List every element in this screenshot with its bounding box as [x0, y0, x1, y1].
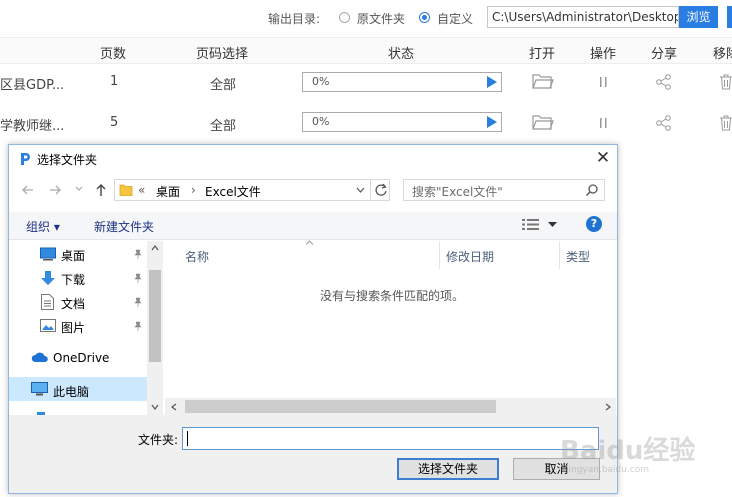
- help-icon[interactable]: ?: [586, 216, 602, 232]
- play-icon[interactable]: [487, 76, 497, 88]
- column-page-range: 页码选择: [196, 47, 249, 62]
- play-icon[interactable]: [487, 116, 497, 128]
- row-page-count: 1: [110, 74, 119, 89]
- row-page-count: 5: [110, 115, 119, 130]
- column-pages: 页数: [100, 47, 127, 62]
- breadcrumb-item-desktop[interactable]: 桌面: [156, 183, 180, 200]
- picture-icon: [40, 319, 56, 332]
- share-icon[interactable]: [655, 114, 673, 132]
- row-file-name: 区县GDP...: [0, 78, 65, 93]
- progress-bar: 0%: [302, 112, 502, 132]
- progress-text: 0%: [312, 115, 330, 128]
- pause-icon[interactable]: [599, 116, 609, 130]
- nav-item-desktop[interactable]: 桌面: [61, 247, 85, 264]
- pin-icon[interactable]: [133, 321, 143, 331]
- trash-icon[interactable]: [719, 114, 732, 132]
- browse-button[interactable]: 浏览: [679, 6, 718, 28]
- up-arrow-icon[interactable]: [94, 183, 108, 197]
- pin-icon[interactable]: [133, 249, 143, 259]
- open-folder-icon[interactable]: [532, 113, 554, 131]
- nav-item-this-pc[interactable]: 此电脑: [53, 383, 89, 400]
- row-page-range[interactable]: 全部: [210, 115, 236, 134]
- new-folder-button[interactable]: 新建文件夹: [94, 218, 154, 235]
- partial-button[interactable]: [727, 6, 732, 28]
- column-status: 状态: [388, 47, 415, 62]
- radio-custom-folder[interactable]: [419, 12, 430, 23]
- sort-arrow-icon: [305, 240, 314, 245]
- nav-item-onedrive[interactable]: OneDrive: [53, 351, 109, 365]
- pin-icon[interactable]: [133, 297, 143, 307]
- horizontal-scroll-thumb[interactable]: [185, 400, 496, 413]
- app-logo-icon: [19, 152, 32, 166]
- search-placeholder: 搜索"Excel文件": [412, 185, 503, 199]
- address-dropdown-icon[interactable]: [356, 187, 365, 194]
- output-path-field[interactable]: C:\Users\Administrator\Desktop: [487, 6, 679, 28]
- column-header-date[interactable]: 修改日期: [446, 248, 494, 277]
- empty-message: 没有与搜索条件匹配的项。: [320, 289, 465, 303]
- document-icon: [41, 294, 54, 310]
- row-file-name: 学教师继...: [0, 119, 65, 134]
- view-dropdown-icon[interactable]: [548, 222, 557, 228]
- download-icon: [40, 270, 56, 286]
- baidu-watermark-url: jingyan.baidu.com: [566, 465, 650, 475]
- search-icon[interactable]: [585, 183, 599, 197]
- column-action: 操作: [590, 47, 617, 62]
- breadcrumb-overflow[interactable]: «: [138, 183, 145, 197]
- close-icon[interactable]: ✕: [594, 149, 612, 167]
- progress-bar: 0%: [302, 72, 502, 92]
- view-options-icon[interactable]: [522, 218, 540, 231]
- nav-item-downloads[interactable]: 下载: [61, 271, 85, 288]
- trash-icon[interactable]: [719, 73, 732, 91]
- file-list: [165, 241, 615, 415]
- breadcrumb-separator: ›: [191, 183, 196, 197]
- column-remove: 移除: [713, 47, 732, 62]
- baidu-watermark: Baidu经验: [560, 436, 696, 466]
- computer-icon: [31, 382, 48, 396]
- column-header-name[interactable]: 名称: [185, 248, 209, 277]
- nav-scroll-thumb[interactable]: [149, 270, 161, 362]
- folder-name-input[interactable]: [182, 427, 599, 450]
- radio-original-folder-label[interactable]: 原文件夹: [357, 10, 405, 27]
- recent-dropdown-icon[interactable]: [75, 185, 83, 193]
- pin-icon[interactable]: [133, 273, 143, 283]
- scroll-left-icon[interactable]: [171, 403, 177, 411]
- nav-item-documents[interactable]: 文档: [61, 295, 85, 312]
- radio-custom-folder-label[interactable]: 自定义: [437, 10, 473, 27]
- column-open: 打开: [529, 47, 556, 62]
- forward-arrow-icon[interactable]: [48, 183, 62, 197]
- select-folder-button[interactable]: 选择文件夹: [397, 458, 499, 480]
- address-divider: [370, 179, 371, 201]
- desktop-icon: [40, 247, 56, 261]
- scroll-up-icon[interactable]: [151, 245, 159, 251]
- share-icon[interactable]: [655, 73, 673, 91]
- progress-text: 0%: [312, 75, 330, 88]
- refresh-icon[interactable]: [374, 183, 388, 197]
- open-folder-icon[interactable]: [532, 72, 554, 90]
- scroll-down-icon[interactable]: [151, 404, 159, 410]
- folder-label: 文件夹:: [138, 433, 179, 447]
- back-arrow-icon[interactable]: [21, 183, 35, 197]
- scroll-right-icon[interactable]: [605, 403, 611, 411]
- text-caret: [187, 431, 188, 446]
- nav-item-pictures[interactable]: 图片: [61, 319, 85, 336]
- cloud-icon: [31, 352, 49, 363]
- radio-original-folder[interactable]: [339, 12, 350, 23]
- breadcrumb-item-excel[interactable]: Excel文件: [205, 183, 261, 200]
- pause-icon[interactable]: [599, 75, 609, 89]
- dialog-title: 选择文件夹: [37, 153, 98, 167]
- folder-icon: [119, 183, 133, 197]
- organize-menu[interactable]: 组织 ▾: [26, 218, 60, 235]
- column-share: 分享: [651, 47, 678, 62]
- row-page-range[interactable]: 全部: [210, 74, 236, 93]
- column-header-type[interactable]: 类型: [566, 248, 590, 277]
- output-directory-label: 输出目录:: [268, 12, 321, 26]
- column-divider[interactable]: [559, 241, 560, 269]
- column-divider[interactable]: [439, 241, 440, 269]
